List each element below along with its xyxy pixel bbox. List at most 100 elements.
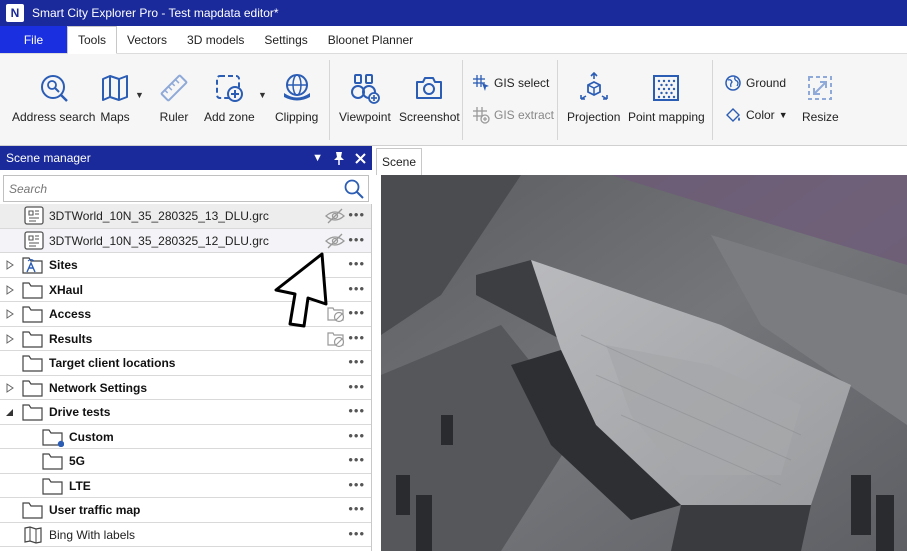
tab-scene[interactable]: Scene — [376, 148, 422, 175]
tree-row-grc-13[interactable]: 3DTWorld_10N_35_280325_13_DLU.grc ••• — [0, 204, 371, 229]
folder-icon — [42, 477, 63, 495]
point-mapping-label: Point mapping — [628, 110, 705, 124]
gis-select-button[interactable]: GIS select — [472, 74, 549, 92]
row-more-options-icon[interactable]: ••• — [348, 452, 365, 467]
point-mapping-button[interactable]: Point mapping — [628, 72, 705, 124]
viewpoint-label: Viewpoint — [339, 110, 391, 124]
menu-bloonet-planner[interactable]: Bloonet Planner — [318, 26, 423, 53]
tree-row-5g[interactable]: 5G ••• — [0, 449, 371, 474]
row-more-options-icon[interactable]: ••• — [348, 232, 365, 247]
menu-tools[interactable]: Tools — [67, 26, 118, 54]
tree-row-label: Drive tests — [49, 405, 111, 419]
expand-chevron-right-icon[interactable] — [6, 260, 14, 270]
map-icon — [102, 75, 128, 101]
ruler-label: Ruler — [159, 110, 189, 124]
hidden-eye-icon[interactable] — [325, 208, 345, 224]
row-more-options-icon[interactable]: ••• — [348, 428, 365, 443]
tree-row-label: User traffic map — [49, 503, 141, 517]
scene-3d-viewport[interactable] — [381, 175, 907, 551]
tree-row-results[interactable]: Results ••• — [0, 327, 371, 351]
row-more-options-icon[interactable]: ••• — [348, 207, 365, 222]
resize-label: Resize — [802, 110, 839, 124]
gis-extract-button[interactable]: GIS extract — [472, 106, 554, 124]
close-icon[interactable] — [355, 152, 366, 164]
menu-vectors[interactable]: Vectors — [117, 26, 177, 53]
scene-manager-title: Scene manager — [6, 151, 91, 165]
ruler-button[interactable]: Ruler — [158, 72, 190, 124]
row-more-options-icon[interactable]: ••• — [348, 501, 365, 516]
tree-row-lte[interactable]: LTE ••• — [0, 474, 371, 498]
gis-extract-icon — [473, 107, 490, 124]
row-more-options-icon[interactable]: ••• — [348, 403, 365, 418]
color-button[interactable]: Color ▼ — [724, 106, 788, 124]
folder-icon — [22, 355, 43, 372]
row-more-options-icon[interactable]: ••• — [348, 354, 365, 369]
tree-row-label: Bing With labels — [49, 527, 136, 542]
expand-chevron-right-icon[interactable] — [6, 284, 14, 295]
expand-chevron-right-icon[interactable] — [6, 333, 14, 344]
tree-row-label: Target client locations — [49, 356, 176, 370]
folder-hidden-icon[interactable] — [327, 330, 345, 348]
menu-settings[interactable]: Settings — [254, 26, 317, 53]
row-more-options-icon[interactable]: ••• — [348, 281, 365, 296]
scene-manager-header: Scene manager ▼ — [0, 146, 372, 170]
grc-layer-icon — [24, 206, 44, 225]
aerial-3d-scene-image — [381, 175, 907, 551]
color-label: Color — [746, 108, 775, 122]
row-more-options-icon[interactable]: ••• — [348, 526, 365, 541]
add-zone-label: Add zone — [204, 110, 255, 124]
ribbon-separator — [557, 60, 558, 140]
row-more-options-icon[interactable]: ••• — [348, 477, 365, 492]
clipping-button[interactable]: Clipping — [275, 72, 318, 124]
maps-dropdown-chevron-icon[interactable]: ▼ — [135, 90, 144, 100]
screenshot-button[interactable]: Screenshot — [399, 72, 460, 124]
search-input[interactable] — [4, 176, 334, 201]
row-more-options-icon[interactable]: ••• — [348, 330, 365, 345]
resize-button[interactable]: Resize — [802, 72, 839, 124]
row-more-options-icon[interactable]: ••• — [348, 256, 365, 271]
tree-row-target-client-locations[interactable]: Target client locations ••• — [0, 351, 371, 376]
tree-row-network-settings[interactable]: Network Settings ••• — [0, 376, 371, 400]
clipping-label: Clipping — [275, 110, 319, 124]
expand-chevron-right-icon[interactable] — [6, 382, 14, 393]
window-title: Smart City Explorer Pro - Test mapdata e… — [32, 6, 279, 20]
ground-globe-icon — [725, 75, 741, 91]
tree-row-label: Network Settings — [49, 380, 148, 395]
pin-icon[interactable] — [333, 151, 345, 165]
expand-chevron-right-icon[interactable] — [6, 309, 14, 319]
ground-label: Ground — [746, 76, 787, 90]
color-chevron-down-icon[interactable]: ▼ — [779, 110, 788, 120]
tree-row-custom[interactable]: Custom ••• — [0, 425, 371, 449]
ribbon-separator — [462, 60, 463, 140]
grc-layer-icon — [24, 230, 44, 250]
hidden-eye-icon[interactable] — [325, 233, 345, 249]
menu-file[interactable]: File — [0, 26, 67, 53]
address-search-button[interactable]: Address search — [12, 72, 95, 124]
paint-bucket-icon — [726, 108, 740, 122]
panel-menu-chevron-down-icon[interactable]: ▼ — [312, 152, 323, 164]
search-icon[interactable] — [344, 179, 364, 199]
gis-select-label: GIS select — [494, 76, 550, 90]
projection-cube-icon — [579, 72, 608, 100]
projection-button[interactable]: Projection — [567, 72, 620, 124]
add-zone-dropdown-chevron-icon[interactable]: ▼ — [258, 90, 267, 100]
row-more-options-icon[interactable]: ••• — [348, 379, 365, 394]
maps-button[interactable]: Maps — [99, 72, 131, 124]
address-search-label: Address search — [12, 110, 96, 124]
tree-row-label: Custom — [69, 429, 114, 444]
gis-select-icon — [473, 75, 489, 91]
search-box — [3, 175, 369, 202]
add-zone-button[interactable]: Add zone — [204, 72, 255, 124]
map-layer-icon — [24, 525, 42, 544]
tree-row-user-traffic-map[interactable]: User traffic map ••• — [0, 498, 371, 523]
viewpoint-button[interactable]: Viewpoint — [339, 72, 391, 124]
collapse-chevron-down-icon[interactable] — [6, 407, 14, 417]
resize-icon — [808, 76, 833, 100]
tree-row-bing-with-labels[interactable]: Bing With labels ••• — [0, 523, 371, 547]
row-more-options-icon[interactable]: ••• — [348, 305, 365, 320]
ground-button[interactable]: Ground — [724, 74, 786, 92]
folder-icon — [22, 502, 43, 519]
menu-3d-models[interactable]: 3D models — [177, 26, 254, 53]
folder-open-icon — [22, 404, 43, 421]
tree-row-drive-tests[interactable]: Drive tests ••• — [0, 400, 371, 425]
